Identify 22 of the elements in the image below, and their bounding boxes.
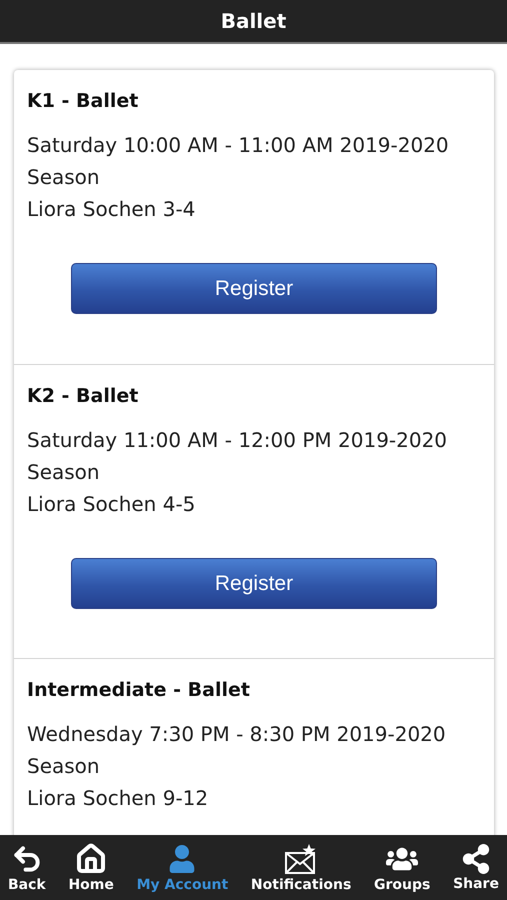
class-instructor: Liora Sochen 3-4 [27, 196, 196, 223]
class-instructor: Liora Sochen 9-12 [27, 785, 210, 812]
class-instructor: Liora Sochen 4-5 [27, 491, 196, 518]
home-icon [75, 842, 108, 874]
person-icon [168, 844, 196, 872]
nav-item[interactable]: Home [66, 842, 116, 892]
nav-item[interactable]: My Account [134, 842, 230, 892]
nav-item[interactable]: Groups [372, 842, 432, 892]
nav-item[interactable]: Notifications [248, 842, 354, 892]
register-button[interactable]: Register [71, 558, 437, 609]
page-title: Ballet [220, 9, 286, 33]
envelope-star-icon [284, 842, 318, 874]
class-name: K2 - Ballet [27, 385, 140, 407]
class-name: K1 - Ballet [27, 90, 140, 112]
class-schedule: Wednesday 7:30 PM - 8:30 PM 2019-2020 Season [27, 721, 447, 780]
class-schedule: Saturday 10:00 AM - 11:00 AM 2019-2020 Season [27, 132, 450, 191]
register-button[interactable]: Register [71, 263, 437, 314]
nav-item[interactable]: Share [451, 844, 501, 892]
nav-item[interactable]: Back [6, 842, 48, 892]
share-icon [461, 844, 492, 874]
class-name: Intermediate - Ballet [27, 679, 251, 701]
class-schedule: Saturday 11:00 AM - 12:00 PM 2019-2020 Season [27, 427, 448, 486]
